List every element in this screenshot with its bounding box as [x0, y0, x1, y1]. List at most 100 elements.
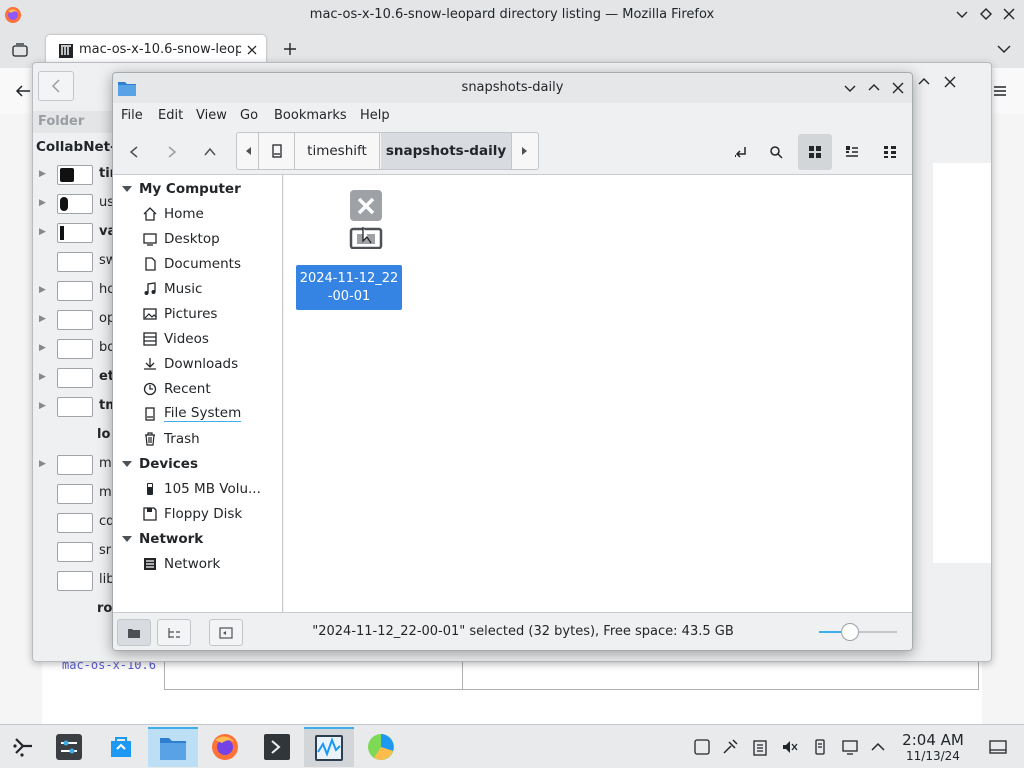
- crumb-timeshift[interactable]: timeshift: [295, 133, 380, 169]
- system-monitor-icon[interactable]: [304, 727, 354, 767]
- bg-folder-row[interactable]: lo: [33, 422, 113, 451]
- section-network[interactable]: Network: [121, 531, 203, 547]
- window-close-icon[interactable]: [891, 81, 905, 95]
- bg-close-icon[interactable]: [943, 75, 957, 89]
- icon-view-button[interactable]: [798, 134, 832, 170]
- file-item[interactable]: 2024-11-12_22-00-01: [296, 187, 404, 310]
- bg-maximize-icon[interactable]: [917, 75, 931, 89]
- application-launcher-icon[interactable]: [0, 727, 46, 767]
- show-places-button[interactable]: [117, 619, 151, 646]
- menu-view[interactable]: View: [196, 108, 227, 123]
- section-devices[interactable]: Devices: [121, 456, 198, 472]
- bg-folder-row[interactable]: ▶ us: [33, 190, 114, 219]
- up-button[interactable]: [195, 138, 225, 166]
- bg-folder-row[interactable]: cd: [33, 509, 114, 538]
- back-button[interactable]: [119, 138, 149, 166]
- expander-icon[interactable]: ▶: [39, 459, 47, 469]
- expander-icon[interactable]: ▶: [39, 198, 47, 208]
- maximize-icon[interactable]: [979, 7, 993, 21]
- bg-folder-row[interactable]: ▶ ho: [33, 277, 115, 306]
- bg-back-button[interactable]: [38, 71, 74, 101]
- menu-bookmarks[interactable]: Bookmarks: [274, 108, 347, 123]
- expander-icon[interactable]: ▶: [39, 314, 47, 324]
- sidebar-item-desktop[interactable]: Desktop: [143, 231, 220, 247]
- sidebar-item-network[interactable]: Network: [143, 556, 220, 572]
- bg-folder-row[interactable]: sw: [33, 248, 115, 277]
- clock-date[interactable]: 11/13/24: [896, 749, 970, 763]
- zoom-slider[interactable]: [819, 623, 897, 641]
- clipboard-icon[interactable]: [750, 737, 770, 757]
- bg-folder-row[interactable]: ▶tim: [33, 161, 115, 190]
- firefox-icon[interactable]: [202, 727, 248, 767]
- sidebar-item-downloads[interactable]: Downloads: [143, 356, 238, 372]
- minimize-icon[interactable]: [955, 7, 969, 21]
- settings-icon[interactable]: [46, 727, 92, 767]
- discover-icon[interactable]: [98, 727, 144, 767]
- sidebar-item-videos[interactable]: Videos: [143, 331, 209, 347]
- show-tree-button[interactable]: [157, 619, 191, 646]
- volume-muted-icon[interactable]: [780, 737, 800, 757]
- bg-folder-row[interactable]: ▶ op: [33, 306, 115, 335]
- crumb-snapshots-daily[interactable]: snapshots-daily: [381, 133, 511, 169]
- show-hidden-icons-icon[interactable]: [868, 737, 888, 757]
- sidebar-item-trash[interactable]: Trash: [143, 431, 200, 447]
- forward-button[interactable]: [157, 138, 187, 166]
- toggle-location-button[interactable]: [725, 138, 755, 166]
- path-scroll-left-button[interactable]: [237, 133, 259, 169]
- disk-usage-icon[interactable]: [358, 727, 404, 767]
- sidebar-item-documents[interactable]: Documents: [143, 256, 241, 272]
- path-root-button[interactable]: [259, 133, 295, 169]
- file-manager-icon[interactable]: [148, 727, 198, 767]
- app-menu-icon[interactable]: [992, 84, 1008, 98]
- section-my-computer[interactable]: My Computer: [121, 181, 241, 197]
- tab-list-icon[interactable]: [11, 42, 29, 58]
- sidebar-item-105-mb-volu[interactable]: 105 MB Volu...: [143, 481, 261, 497]
- bg-folder-row[interactable]: ▶ tm: [33, 393, 115, 422]
- menu-help[interactable]: Help: [360, 108, 390, 123]
- menu-edit[interactable]: Edit: [158, 108, 183, 123]
- sidebar-item-pictures[interactable]: Pictures: [143, 306, 217, 322]
- clock-time[interactable]: 2:04 AM: [896, 731, 970, 749]
- close-icon[interactable]: [1002, 7, 1016, 21]
- network-tray-icon[interactable]: [840, 737, 860, 757]
- bg-folder-row[interactable]: lib: [33, 567, 114, 596]
- bg-folder-row[interactable]: ▶ va: [33, 219, 115, 248]
- menu-file[interactable]: File: [121, 108, 143, 123]
- expander-icon[interactable]: ▶: [39, 285, 47, 295]
- bg-folder-row[interactable]: ro: [33, 596, 113, 625]
- window-minimize-icon[interactable]: [843, 81, 857, 95]
- tab-close-icon[interactable]: [246, 44, 258, 56]
- sidebar-item-recent[interactable]: Recent: [143, 381, 211, 397]
- window-maximize-icon[interactable]: [867, 81, 881, 95]
- zoom-slider-handle[interactable]: [841, 623, 859, 641]
- bg-folder-row[interactable]: sr: [33, 538, 113, 567]
- sidebar-item-floppy-disk[interactable]: Floppy Disk: [143, 506, 242, 522]
- file-manager-window[interactable]: snapshots-daily File Edit View Go Bookma…: [112, 72, 913, 651]
- expander-icon[interactable]: ▶: [39, 343, 47, 353]
- sidebar-item-music[interactable]: Music: [143, 281, 202, 297]
- back-icon[interactable]: [14, 84, 32, 98]
- expander-icon[interactable]: ▶: [39, 227, 47, 237]
- device-notifier-icon[interactable]: [810, 737, 830, 757]
- expander-icon[interactable]: ▶: [39, 169, 47, 179]
- bg-folder-row[interactable]: ▶ et: [33, 364, 114, 393]
- clipboard-tray-icon[interactable]: [692, 737, 712, 757]
- search-button[interactable]: [761, 138, 791, 166]
- new-tab-icon[interactable]: [282, 41, 298, 57]
- expander-icon[interactable]: ▶: [39, 372, 47, 382]
- bg-folder-row[interactable]: ▶ bo: [33, 335, 115, 364]
- color-picker-tray-icon[interactable]: [720, 737, 740, 757]
- path-scroll-right-button[interactable]: [511, 133, 538, 169]
- show-desktop-icon[interactable]: [988, 737, 1008, 757]
- list-view-button[interactable]: [837, 138, 867, 166]
- expander-icon[interactable]: ▶: [39, 401, 47, 411]
- menu-go[interactable]: Go: [240, 108, 258, 123]
- terminal-icon[interactable]: [254, 727, 300, 767]
- sidebar-item-file-system[interactable]: File System: [143, 406, 242, 422]
- list-all-tabs-icon[interactable]: [996, 42, 1012, 56]
- sidebar-item-home[interactable]: Home: [143, 206, 204, 222]
- hide-sidebar-button[interactable]: [209, 619, 243, 646]
- file-view[interactable]: 2024-11-12_22-00-01: [284, 175, 912, 612]
- compact-view-button[interactable]: [875, 138, 905, 166]
- bg-folder-row[interactable]: mi: [33, 480, 115, 509]
